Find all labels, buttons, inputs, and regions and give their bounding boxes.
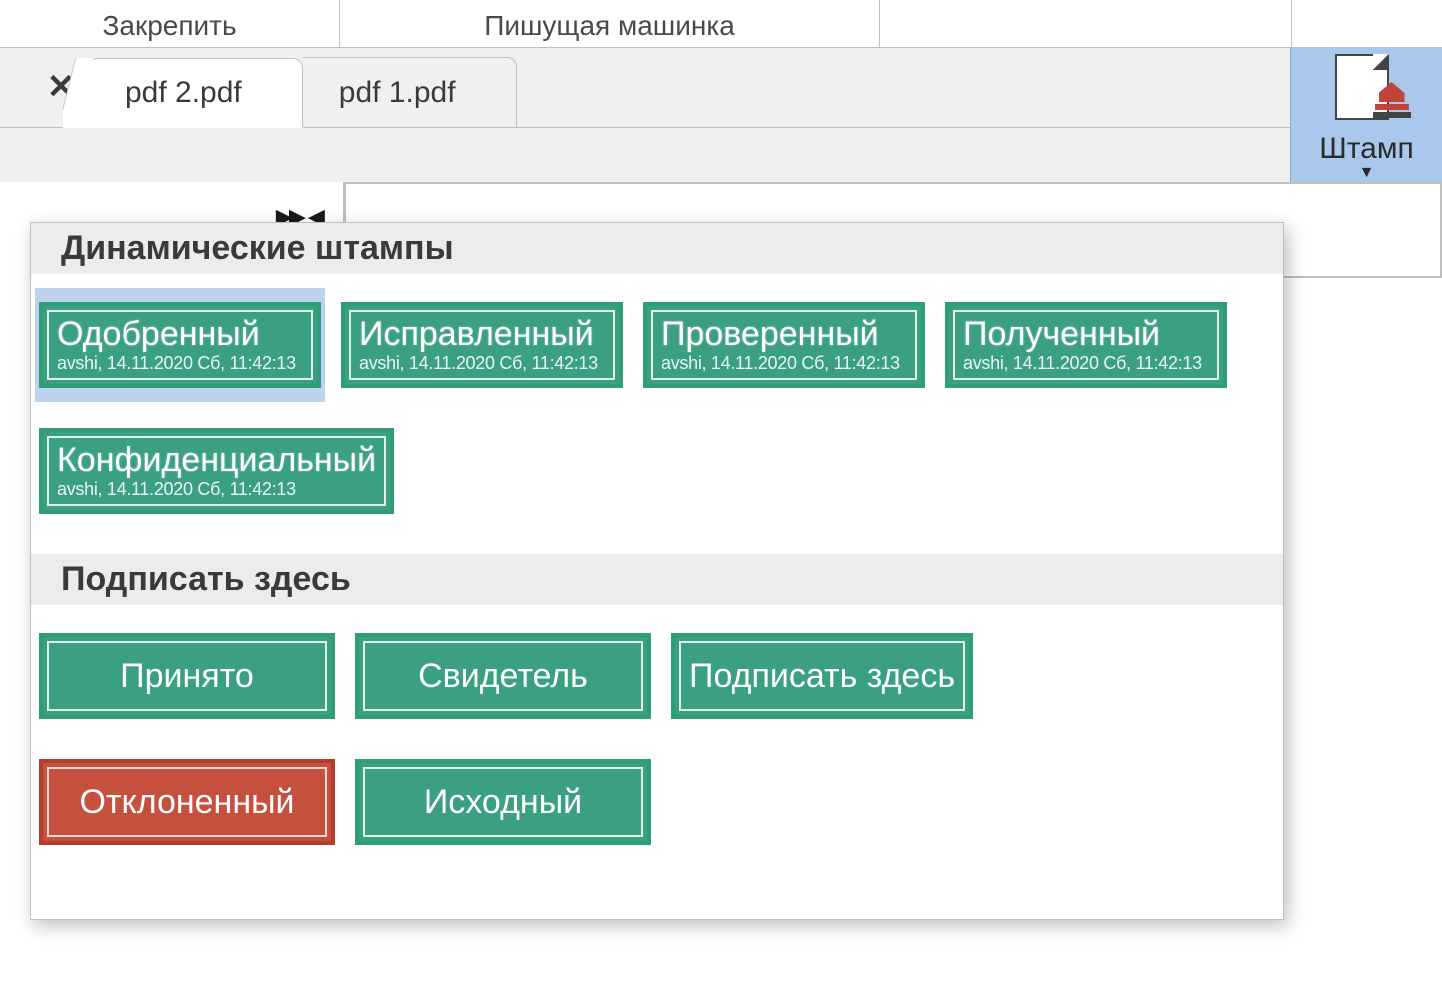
section-dynamic-header: Динамические штампы xyxy=(31,223,1283,274)
menu-typewriter[interactable]: Пишущая машинка xyxy=(340,0,880,48)
menu-blank-2 xyxy=(1292,0,1442,48)
stamp-title: Принято xyxy=(120,657,254,696)
stamp-revised[interactable]: Исправленный avshi, 14.11.2020 Сб, 11:42… xyxy=(337,288,627,402)
stamp-meta: avshi, 14.11.2020 Сб, 11:42:13 xyxy=(57,479,296,500)
tabstrip: ✕ pdf 2.pdf pdf 1.pdf xyxy=(0,48,1290,128)
chevron-down-icon: ▼ xyxy=(1359,164,1375,182)
stamp-approved[interactable]: Одобренный avshi, 14.11.2020 Сб, 11:42:1… xyxy=(35,288,325,402)
document-row: ✕ pdf 2.pdf pdf 1.pdf Штамп ▼ xyxy=(0,48,1442,182)
stamp-meta: avshi, 14.11.2020 Сб, 11:42:13 xyxy=(661,353,900,374)
menu-blank xyxy=(880,0,1292,48)
dynamic-stamp-grid: Одобренный avshi, 14.11.2020 Сб, 11:42:1… xyxy=(31,274,1283,554)
stamp-witness[interactable]: Свидетель xyxy=(351,619,655,733)
stamp-tool-button[interactable]: Штамп ▼ xyxy=(1290,48,1442,182)
stamp-title: Исходный xyxy=(424,783,582,822)
stamp-accepted[interactable]: Принято xyxy=(35,619,339,733)
menubar: Закрепить Пишущая машинка xyxy=(0,0,1442,48)
stamp-meta: avshi, 14.11.2020 Сб, 11:42:13 xyxy=(57,353,296,374)
section-sign-header: Подписать здесь xyxy=(31,554,1283,605)
stamp-initial[interactable]: Исходный xyxy=(351,745,655,859)
stamp-title: Отклоненный xyxy=(79,783,294,822)
tab-label: pdf 2.pdf xyxy=(125,76,242,110)
stamp-title: Исправленный xyxy=(359,317,594,351)
stamp-confidential[interactable]: Конфиденциальный avshi, 14.11.2020 Сб, 1… xyxy=(35,414,398,528)
tab-label: pdf 1.pdf xyxy=(339,76,456,110)
stamp-title: Конфиденциальный xyxy=(57,443,376,477)
stamp-title: Одобренный xyxy=(57,317,260,351)
stamp-meta: avshi, 14.11.2020 Сб, 11:42:13 xyxy=(963,353,1202,374)
stamp-icon xyxy=(1335,54,1399,126)
sign-stamp-grid: Принято Свидетель Подписать здесь Отклон… xyxy=(31,605,1283,885)
stamp-rejected[interactable]: Отклоненный xyxy=(35,745,339,859)
stamp-sign-here[interactable]: Подписать здесь xyxy=(667,619,977,733)
stamp-tool-label: Штамп xyxy=(1319,132,1413,166)
stamp-title: Полученный xyxy=(963,317,1160,351)
stamp-title: Свидетель xyxy=(418,657,588,696)
stamp-title: Проверенный xyxy=(661,317,879,351)
stamp-meta: avshi, 14.11.2020 Сб, 11:42:13 xyxy=(359,353,598,374)
tab-pdf1[interactable]: pdf 1.pdf xyxy=(303,57,517,127)
stamp-reviewed[interactable]: Проверенный avshi, 14.11.2020 Сб, 11:42:… xyxy=(639,288,929,402)
stamp-received[interactable]: Полученный avshi, 14.11.2020 Сб, 11:42:1… xyxy=(941,288,1231,402)
menu-pin[interactable]: Закрепить xyxy=(0,0,340,48)
stamp-dropdown: Динамические штампы Одобренный avshi, 14… xyxy=(30,222,1284,920)
stamp-title: Подписать здесь xyxy=(689,657,955,696)
tab-pdf2[interactable]: pdf 2.pdf xyxy=(88,58,303,128)
